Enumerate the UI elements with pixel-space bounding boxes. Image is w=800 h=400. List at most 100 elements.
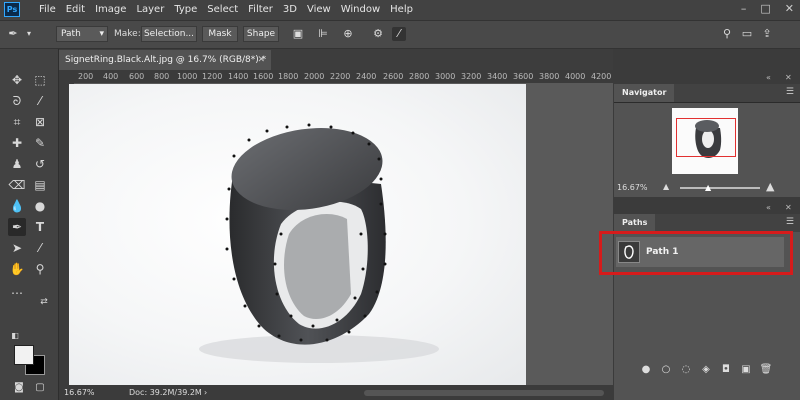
make-work-path-icon[interactable]: ◈: [696, 364, 716, 380]
more-tools-icon[interactable]: …: [8, 281, 26, 299]
crop-tool-icon[interactable]: ⌗: [8, 113, 26, 131]
ruler-tick: 800: [154, 72, 170, 81]
close-icon[interactable]: ✕: [785, 73, 792, 82]
path-selection-tool-icon[interactable]: ➤: [8, 239, 26, 257]
navigator-zoom[interactable]: 16.67%: [617, 183, 648, 192]
make-mask-button[interactable]: Mask: [202, 26, 238, 42]
zoom-level[interactable]: 16.67%: [64, 388, 95, 397]
menu-layer[interactable]: Layer: [131, 3, 169, 17]
marquee-tool-icon[interactable]: ⬚: [31, 71, 49, 89]
close-tab-icon[interactable]: ✕: [257, 50, 265, 70]
chevron-down-icon: ▾: [99, 29, 104, 39]
ruler-tick: 1800: [278, 72, 299, 81]
path-operations-icon[interactable]: ▣: [291, 27, 305, 41]
share-icon[interactable]: ⇪: [760, 27, 774, 41]
menu-image[interactable]: Image: [90, 3, 131, 17]
close-button[interactable]: ✕: [785, 2, 794, 15]
type-tool-icon[interactable]: T: [31, 218, 49, 236]
menu-help[interactable]: Help: [385, 3, 418, 17]
ruler-tick: 3400: [487, 72, 508, 81]
lasso-tool-icon[interactable]: ᘐ: [8, 92, 26, 110]
pen-tool-icon[interactable]: ✒: [8, 218, 26, 236]
foreground-color-swatch[interactable]: [14, 345, 34, 365]
path-alignment-icon[interactable]: ⊫: [316, 27, 330, 41]
screen-mode-icon[interactable]: ▢: [31, 379, 49, 397]
hand-tool-icon[interactable]: ✋: [8, 260, 26, 278]
tab-navigator[interactable]: Navigator: [614, 84, 675, 102]
navigator-view-box[interactable]: [676, 118, 736, 157]
panel-menu-icon[interactable]: ☰: [786, 217, 794, 227]
load-as-selection-icon[interactable]: ◌: [676, 364, 696, 380]
new-path-icon[interactable]: ▣: [736, 364, 756, 380]
menu-select[interactable]: Select: [202, 3, 243, 17]
auto-add-delete-icon[interactable]: ⁄: [392, 27, 406, 41]
zoom-out-icon[interactable]: ▲: [663, 182, 669, 191]
minimize-button[interactable]: –: [741, 2, 747, 15]
healing-brush-icon[interactable]: ✚: [8, 134, 26, 152]
default-colors-icon[interactable]: ◧: [6, 327, 24, 345]
dodge-tool-icon[interactable]: ●: [31, 197, 49, 215]
zoom-in-icon[interactable]: ▲: [766, 180, 774, 193]
fill-path-icon[interactable]: ●: [636, 364, 656, 380]
tab-paths[interactable]: Paths: [614, 214, 656, 232]
menu-filter[interactable]: Filter: [243, 3, 278, 17]
chevron-down-icon[interactable]: ▾: [22, 27, 36, 41]
ruler-corner: [59, 70, 74, 83]
paths-panel-footer: ● ○ ◌ ◈ ◘ ▣ 🗑: [614, 364, 800, 380]
zoom-tool-icon[interactable]: ⚲: [31, 260, 49, 278]
ruler-tick: 3600: [513, 72, 534, 81]
move-tool-icon[interactable]: ✥: [8, 71, 26, 89]
ruler-tick: 3800: [539, 72, 560, 81]
pen-tool-preset-icon[interactable]: ✒: [6, 27, 20, 41]
zoom-slider-handle[interactable]: ▲: [705, 183, 711, 192]
add-mask-icon[interactable]: ◘: [716, 364, 736, 380]
trash-icon[interactable]: 🗑: [756, 364, 776, 380]
ruler-tick: 200: [78, 72, 94, 81]
blur-tool-icon[interactable]: 💧: [8, 197, 26, 215]
collapse-panels-icon[interactable]: «: [766, 73, 771, 82]
menu-3d[interactable]: 3D: [278, 3, 302, 17]
ruler-tick: 2800: [409, 72, 430, 81]
document-tab[interactable]: SignetRing.Black.Alt.jpg @ 16.7% (RGB/8*…: [59, 50, 271, 70]
panel-menu-icon[interactable]: ☰: [786, 87, 794, 97]
zoom-slider[interactable]: [680, 187, 760, 189]
menu-window[interactable]: Window: [336, 3, 385, 17]
line-tool-icon[interactable]: ⁄: [31, 239, 49, 257]
horizontal-ruler[interactable]: 200 400 600 800 1000 1200 1400 1600 1800…: [74, 70, 613, 84]
close-icon[interactable]: ✕: [785, 203, 792, 212]
tool-mode-select[interactable]: Path ▾: [56, 26, 108, 42]
chevron-right-icon[interactable]: ›: [204, 388, 207, 397]
swap-colors-icon[interactable]: ⇄: [35, 293, 53, 311]
workspace-icon[interactable]: ▭: [740, 27, 754, 41]
horizontal-scrollbar[interactable]: [364, 390, 604, 396]
brush-tool-icon[interactable]: ✎: [31, 134, 49, 152]
make-shape-button[interactable]: Shape: [243, 26, 279, 42]
ruler-tick: 1600: [253, 72, 274, 81]
make-selection-button[interactable]: Selection...: [141, 26, 197, 42]
search-icon[interactable]: ⚲: [720, 27, 734, 41]
frame-tool-icon[interactable]: ⊠: [31, 113, 49, 131]
history-brush-icon[interactable]: ↺: [31, 155, 49, 173]
document-image[interactable]: [69, 84, 526, 386]
path-arrangement-icon[interactable]: ⊕: [341, 27, 355, 41]
make-label: Make:: [114, 29, 141, 39]
maximize-button[interactable]: □: [760, 2, 770, 15]
magic-wand-tool-icon[interactable]: ⁄: [31, 92, 49, 110]
menu-type[interactable]: Type: [169, 3, 202, 17]
stroke-path-icon[interactable]: ○: [656, 364, 676, 380]
gear-icon[interactable]: ⚙: [371, 27, 385, 41]
collapse-panels-icon[interactable]: «: [766, 203, 771, 212]
menu-edit[interactable]: Edit: [61, 3, 90, 17]
menu-file[interactable]: File: [34, 3, 61, 17]
tool-mode-value: Path: [61, 29, 81, 39]
window-controls: – □ ✕: [741, 2, 794, 15]
ruler-tick: 3200: [461, 72, 482, 81]
quick-mask-icon[interactable]: ◙: [10, 379, 28, 397]
menu-view[interactable]: View: [302, 3, 336, 17]
eraser-tool-icon[interactable]: ⌫: [8, 176, 26, 194]
gradient-tool-icon[interactable]: ▤: [31, 176, 49, 194]
ruler-tick: 4000: [565, 72, 586, 81]
clone-stamp-icon[interactable]: ♟: [8, 155, 26, 173]
document-title: SignetRing.Black.Alt.jpg @ 16.7% (RGB/8*…: [65, 55, 267, 65]
ruler-tick: 2000: [304, 72, 325, 81]
